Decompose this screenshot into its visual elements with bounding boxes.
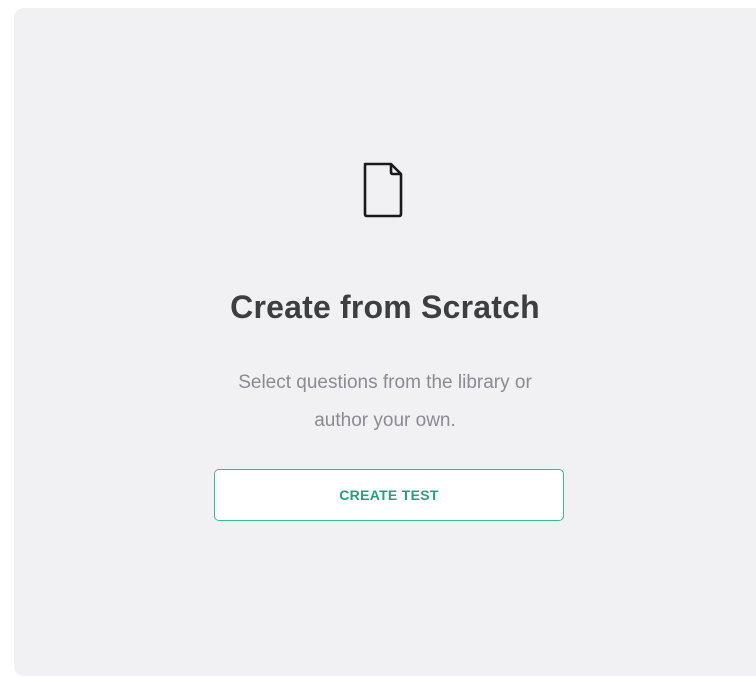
create-test-button[interactable]: CREATE TEST <box>214 469 564 521</box>
description-line-1: Select questions from the library or <box>238 372 532 393</box>
description-line-2: author your own. <box>314 410 456 431</box>
create-from-scratch-card: Create from Scratch Select questions fro… <box>14 8 756 676</box>
card-content: Create from Scratch Select questions fro… <box>14 8 756 676</box>
document-icon <box>361 162 405 218</box>
card-title: Create from Scratch <box>230 289 540 325</box>
card-description: Select questions from the library or aut… <box>14 364 756 440</box>
